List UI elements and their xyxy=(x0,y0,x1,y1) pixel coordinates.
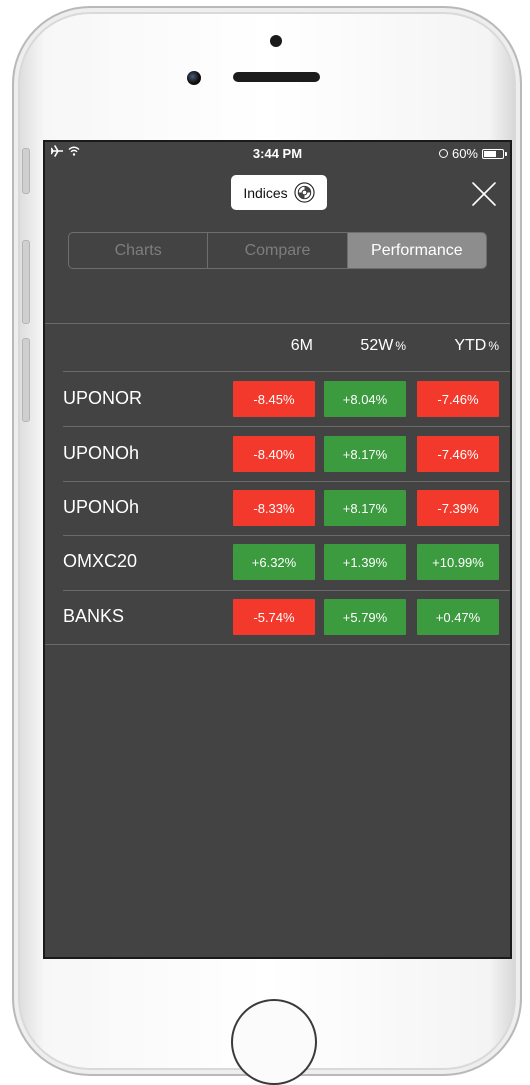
proximity-sensor xyxy=(270,35,282,47)
table-row[interactable]: OMXC20 +6.32% +1.39% +10.99% xyxy=(45,535,510,589)
table-row[interactable]: BANKS -5.74% +5.79% +0.47% xyxy=(45,590,510,644)
table-bottom-divider xyxy=(45,644,510,645)
indices-button[interactable]: Indices xyxy=(231,175,327,210)
table-row[interactable]: UPONOh -8.40% +8.17% -7.46% xyxy=(45,427,510,481)
value-52w: +8.04% xyxy=(324,381,406,417)
tab-charts[interactable]: Charts xyxy=(69,233,207,268)
tab-performance[interactable]: Performance xyxy=(346,233,486,268)
status-bar: 3:44 PM 60% xyxy=(45,142,510,164)
column-header-ytd: YTD% xyxy=(454,337,499,354)
battery-icon xyxy=(482,148,507,159)
value-ytd: +0.47% xyxy=(417,599,499,635)
close-icon[interactable] xyxy=(470,180,498,208)
value-ytd: -7.39% xyxy=(417,490,499,526)
value-ytd: -7.46% xyxy=(417,436,499,472)
battery-percent: 60% xyxy=(451,146,478,161)
volume-up-button xyxy=(22,240,30,324)
mute-switch xyxy=(22,148,30,194)
value-6m: -8.40% xyxy=(233,436,315,472)
front-camera xyxy=(187,71,201,85)
value-52w: +8.17% xyxy=(324,436,406,472)
disc-icon xyxy=(294,182,315,203)
row-name: UPONOh xyxy=(63,443,140,463)
value-6m: -8.33% xyxy=(233,490,315,526)
volume-down-button xyxy=(22,338,30,422)
home-button[interactable] xyxy=(231,999,317,1085)
value-52w: +1.39% xyxy=(324,544,406,580)
table-row[interactable]: UPONOh -8.33% +8.17% -7.39% xyxy=(45,481,510,535)
column-header-6m: 6M xyxy=(290,337,313,354)
table-row[interactable]: UPONOR -8.45% +8.04% -7.46% xyxy=(45,372,510,426)
column-header-52w: 52W% xyxy=(360,337,406,354)
row-name: UPONOh xyxy=(63,497,140,517)
row-name: BANKS xyxy=(63,606,125,626)
row-name: OMXC20 xyxy=(63,551,138,571)
value-ytd: +10.99% xyxy=(417,544,499,580)
table-top-divider xyxy=(45,323,510,324)
value-52w: +8.17% xyxy=(324,490,406,526)
orientation-lock-icon xyxy=(438,149,448,158)
tab-compare[interactable]: Compare xyxy=(207,233,346,268)
value-6m: -5.74% xyxy=(233,599,315,635)
row-name: UPONOR xyxy=(63,388,143,408)
app-screen: 3:44 PM 60% Indices Charts Compare Perfo… xyxy=(43,140,512,959)
value-ytd: -7.46% xyxy=(417,381,499,417)
value-6m: -8.45% xyxy=(233,381,315,417)
value-6m: +6.32% xyxy=(233,544,315,580)
indices-label: Indices xyxy=(243,184,288,201)
view-segmented-control: Charts Compare Performance xyxy=(68,232,487,269)
value-52w: +5.79% xyxy=(324,599,406,635)
earpiece-speaker xyxy=(233,72,320,82)
